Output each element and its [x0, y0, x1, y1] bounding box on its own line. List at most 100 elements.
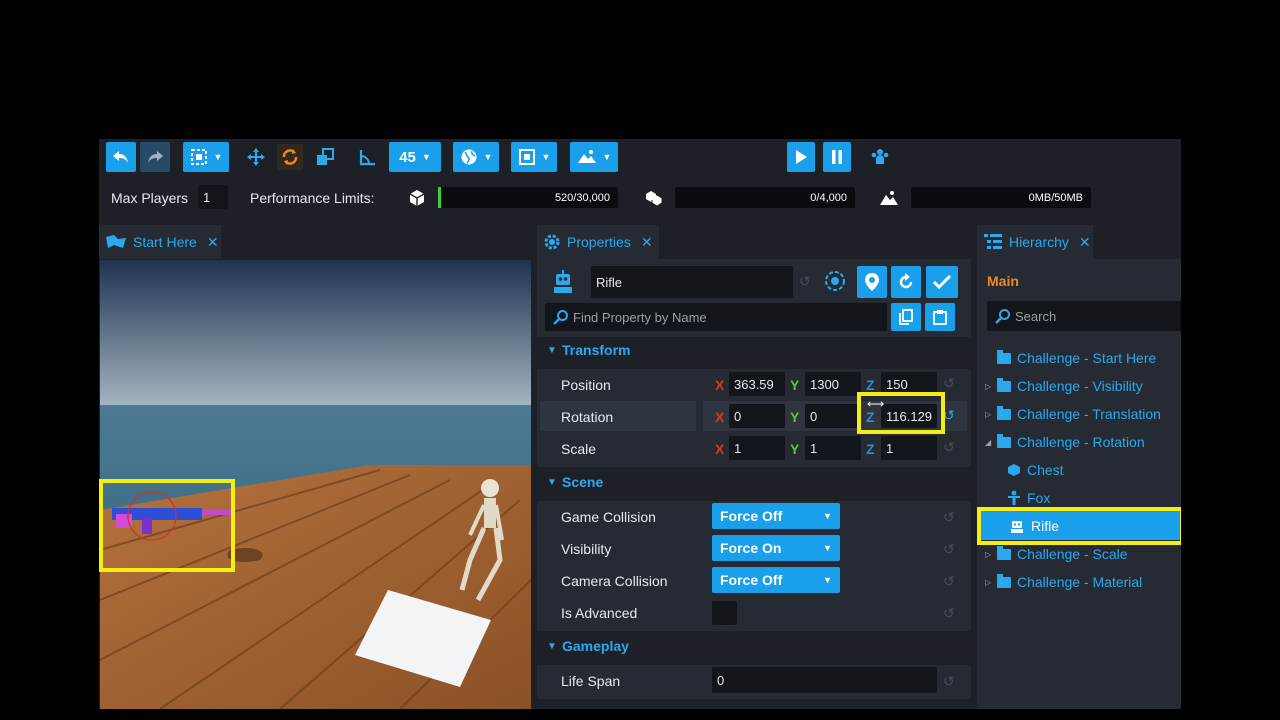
reset-icon[interactable]: ↺	[943, 541, 955, 558]
close-icon[interactable]: ✕	[641, 234, 653, 251]
is-advanced-checkbox[interactable]	[712, 601, 737, 625]
reset-icon[interactable]: ↺	[943, 375, 955, 392]
robot-target-icon[interactable]	[823, 269, 847, 293]
folder-icon	[997, 433, 1011, 448]
reset-icon[interactable]: ↺	[943, 605, 955, 622]
tab-hierarchy[interactable]: Hierarchy ✕	[977, 225, 1093, 259]
hierarchy-item-rotation[interactable]: Challenge - Rotation	[997, 433, 1145, 450]
move-tool-button[interactable]	[243, 144, 269, 170]
world-space-dropdown[interactable]: ▼	[453, 142, 499, 172]
rifle-viewport-highlight	[99, 479, 235, 572]
folder-icon	[997, 405, 1011, 420]
hierarchy-root[interactable]: Main	[987, 273, 1019, 289]
cube-icon	[409, 190, 425, 206]
axis-x-label: X	[715, 409, 725, 425]
reset-icon[interactable]: ↺	[799, 273, 811, 290]
collapse-arrow-icon[interactable]: ◢	[985, 438, 991, 447]
scale-z-input[interactable]: 1	[881, 436, 937, 460]
expand-arrow-icon[interactable]: ▷	[985, 578, 991, 587]
axis-y-label: Y	[790, 409, 800, 425]
chevron-down-icon: ▼	[823, 543, 832, 553]
hierarchy-search-input[interactable]: Search	[987, 301, 1181, 331]
terrain-dropdown[interactable]: ▼	[570, 142, 618, 172]
expand-arrow-icon[interactable]: ▷	[985, 550, 991, 559]
refresh-icon	[899, 273, 913, 289]
life-span-input[interactable]: 0	[712, 667, 937, 693]
object-name-input[interactable]: Rifle	[591, 266, 793, 298]
players-icon	[871, 149, 889, 164]
max-players-input[interactable]: 1	[198, 185, 228, 209]
hierarchy-panel: Main Search Challenge - Start Here ▷ Cha…	[977, 259, 1181, 709]
copy-button[interactable]	[891, 303, 921, 331]
preview-dropdown[interactable]: ▼	[511, 142, 557, 172]
axis-x-label: X	[715, 441, 725, 457]
paste-button[interactable]	[925, 303, 955, 331]
clipboard-icon	[933, 310, 947, 325]
pause-button[interactable]	[823, 142, 851, 172]
hierarchy-item-chest[interactable]: Chest	[1007, 462, 1064, 478]
chevron-down-icon: ▼	[602, 152, 612, 162]
hierarchy-item-visibility[interactable]: Challenge - Visibility	[997, 377, 1143, 394]
hierarchy-item-label: Challenge - Translation	[1017, 406, 1161, 422]
snap-angle-value: 45	[399, 148, 416, 166]
position-x-input[interactable]: 363.59	[729, 372, 785, 396]
performance-limits-label: Performance Limits:	[250, 190, 375, 206]
undo-button[interactable]	[106, 142, 136, 172]
rotation-y-input[interactable]: 0	[805, 404, 861, 428]
visibility-dropdown[interactable]: Force On ▼	[712, 535, 840, 561]
expand-arrow-icon[interactable]: ▷	[985, 382, 991, 391]
game-collision-dropdown[interactable]: Force Off ▼	[712, 503, 840, 529]
game-collision-label: Game Collision	[561, 509, 656, 525]
close-icon[interactable]: ✕	[207, 234, 219, 251]
locate-button[interactable]	[857, 266, 887, 298]
max-players-label: Max Players	[111, 190, 189, 206]
scale-icon	[317, 148, 334, 165]
tab-properties[interactable]: Properties ✕	[537, 225, 659, 259]
redo-icon	[148, 151, 163, 163]
hierarchy-item-label: Chest	[1027, 462, 1064, 478]
tab-label: Properties	[567, 234, 631, 250]
camera-collision-dropdown[interactable]: Force Off ▼	[712, 567, 840, 593]
close-icon[interactable]: ✕	[1079, 234, 1091, 251]
hierarchy-item-scale[interactable]: Challenge - Scale	[997, 545, 1128, 562]
select-box-icon	[190, 149, 207, 165]
multiplayer-button[interactable]	[867, 144, 893, 170]
hierarchy-item-translation[interactable]: Challenge - Translation	[997, 405, 1161, 422]
hierarchy-item-label: Challenge - Rotation	[1017, 434, 1145, 450]
redo-button[interactable]	[140, 142, 170, 172]
hierarchy-item-material[interactable]: Challenge - Material	[997, 573, 1142, 590]
life-span-label: Life Span	[561, 673, 621, 689]
hierarchy-item-label: Fox	[1027, 490, 1051, 506]
reset-icon[interactable]: ↺	[943, 573, 955, 590]
rotation-x-input[interactable]: 0	[729, 404, 785, 428]
scale-x-input[interactable]: 1	[729, 436, 785, 460]
snap-angle-dropdown[interactable]: 45 ▼	[389, 142, 441, 172]
position-y-input[interactable]: 1300	[805, 372, 861, 396]
reset-icon[interactable]: ↺	[943, 509, 955, 526]
pause-icon	[832, 150, 842, 164]
play-icon	[796, 150, 807, 164]
play-button[interactable]	[787, 142, 815, 172]
objects-limit-text: 520/30,000	[554, 191, 610, 204]
select-mode-button[interactable]: ▼	[183, 142, 229, 172]
property-search-input[interactable]: Find Property by Name	[545, 303, 887, 331]
rotate-tool-button[interactable]	[277, 144, 303, 170]
reset-icon[interactable]: ↺	[943, 673, 955, 690]
apply-button[interactable]	[926, 266, 958, 298]
hierarchy-item-fox[interactable]: Fox	[1007, 490, 1050, 506]
tab-start-here[interactable]: Start Here ✕	[99, 225, 221, 259]
reset-icon[interactable]: ↺	[943, 439, 955, 456]
hierarchy-item-start-here[interactable]: Challenge - Start Here	[997, 349, 1157, 366]
person-icon	[1008, 490, 1020, 505]
scale-y-input[interactable]: 1	[805, 436, 861, 460]
copy-icon	[899, 309, 913, 325]
revert-button[interactable]	[891, 266, 921, 298]
expand-arrow-icon[interactable]: ▷	[985, 410, 991, 419]
chevron-down-icon: ▼	[421, 152, 431, 162]
folder-icon	[997, 573, 1011, 588]
folder-icon	[997, 545, 1011, 560]
objects-limit-fill	[438, 187, 442, 208]
landscape-icon	[577, 150, 596, 163]
hierarchy-item-label: Challenge - Start Here	[1017, 350, 1157, 366]
scale-tool-button[interactable]	[312, 144, 338, 170]
